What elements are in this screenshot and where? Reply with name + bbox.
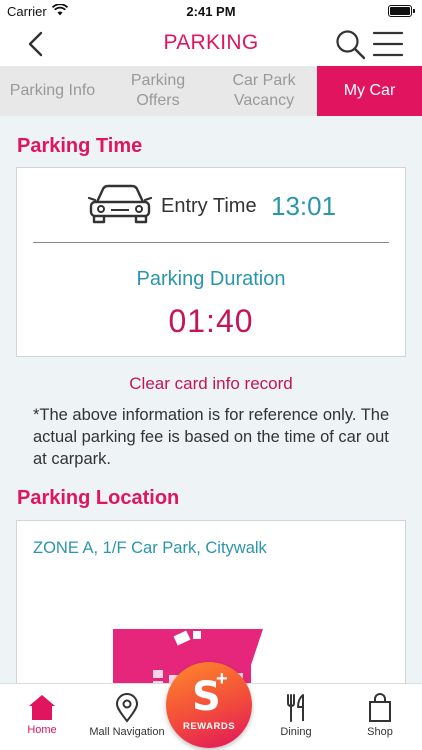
car-icon [87,184,153,224]
tab-parking-offers[interactable]: Parking Offers [105,66,211,116]
bottom-nav-dining[interactable]: Dining [266,684,326,750]
tab-bar: Parking Info Parking Offers Car Park Vac… [0,66,422,116]
entry-time-label: Entry Time [161,195,257,217]
entry-time-value: 13:01 [271,191,337,221]
clear-card-info-link[interactable]: Clear card info record [0,374,422,394]
bottom-nav-home[interactable]: Home [12,684,72,750]
map-pin-icon [115,693,139,723]
clock: 2:41 PM [186,4,236,19]
shopping-bag-icon [369,693,391,722]
bottom-nav-shop[interactable]: Shop [350,684,410,750]
rewards-label: REWARDS [182,721,236,732]
home-icon [29,695,55,720]
disclaimer-text: *The above information is for reference … [33,406,390,468]
parking-location-heading: Parking Location [17,487,180,509]
fork-knife-icon [287,694,304,722]
bottom-nav-mall-navigation[interactable]: Mall Navigation [82,684,172,750]
rewards-button[interactable]: S + REWARDS [166,662,252,748]
battery-icon [388,5,415,17]
card-divider [33,242,389,243]
bottom-nav-dining-label: Dining [280,726,312,738]
tab-parking-offers-label: Parking Offers [130,72,186,109]
tab-parking-info[interactable]: Parking Info [0,66,105,116]
status-bar: Carrier 2:41 PM [0,0,422,22]
bottom-nav-shop-label: Shop [367,726,393,738]
search-icon[interactable] [334,28,366,60]
nav-bar: PARKING [0,22,422,66]
parking-time-heading: Parking Time [17,135,143,157]
tab-car-park-vacancy[interactable]: Car Park Vacancy [211,66,317,116]
bottom-nav-mall-navigation-label: Mall Navigation [89,726,165,738]
bottom-nav-home-label: Home [27,724,57,736]
parking-duration-label: Parking Duration [136,268,286,290]
parking-zone-text: ZONE A, 1/F Car Park, Citywalk [33,539,267,557]
parking-time-card: Entry Time 13:01 Parking Duration 01:40 [16,167,406,357]
hamburger-menu-icon[interactable] [372,30,404,58]
rewards-plus-icon: + [216,668,228,690]
tab-my-car[interactable]: My Car [317,66,422,116]
tab-car-park-vacancy-label: Car Park Vacancy [232,72,296,109]
parking-duration-value: 01:40 [168,303,254,339]
